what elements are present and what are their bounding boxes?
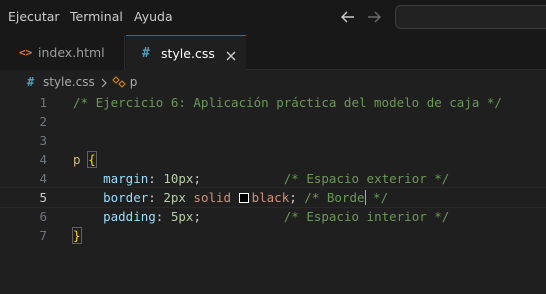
- comment-token: /* Espacio exterior */: [283, 171, 450, 186]
- colon: :: [148, 190, 164, 205]
- colon: :: [155, 209, 171, 224]
- line-number: 7: [39, 228, 47, 243]
- property-token: border: [103, 190, 149, 205]
- html-file-icon: <>: [19, 46, 33, 59]
- breadcrumb-file[interactable]: style.css: [43, 75, 95, 89]
- semicolon: ;: [289, 190, 305, 205]
- menu-terminal[interactable]: Terminal: [70, 9, 123, 25]
- comment-token: /* Espacio interior */: [283, 209, 450, 224]
- color-swatch-icon[interactable]: [238, 193, 249, 203]
- tab-label: index.html: [38, 45, 105, 60]
- selector-token: p: [73, 152, 81, 167]
- number-token: 2px: [163, 190, 186, 205]
- line-number: 6: [39, 209, 47, 224]
- value-token: solid: [185, 190, 239, 205]
- property-token: padding: [103, 209, 156, 224]
- code-line: 2: [0, 112, 546, 131]
- code-line: 6 padding: 5px; /* Espacio interior */: [0, 207, 546, 226]
- line-number: 5: [39, 190, 47, 205]
- spacing: [201, 209, 284, 224]
- line-number: 4: [39, 152, 47, 167]
- color-value-token: black: [251, 190, 290, 205]
- menu-ayuda[interactable]: Ayuda: [134, 9, 173, 25]
- line-number: 4: [39, 171, 47, 186]
- comment-token: /* Ejercicio 6: Aplicación práctica del …: [73, 95, 502, 110]
- command-center-search[interactable]: [395, 5, 546, 29]
- arrow-right-icon[interactable]: [365, 7, 383, 27]
- semicolon: ;: [193, 171, 201, 186]
- code-line: 4 p {: [0, 150, 546, 169]
- spacing: [201, 171, 284, 186]
- number-token: 5px: [170, 209, 194, 224]
- breadcrumb: # style.css p: [0, 71, 546, 93]
- semicolon: ;: [193, 209, 201, 224]
- line-number: 1: [39, 95, 47, 110]
- code-line: 7 }: [0, 226, 546, 245]
- title-bar: Ejecutar Terminal Ayuda: [0, 0, 546, 35]
- close-brace: }: [72, 227, 82, 244]
- code-line-active: 5 border: 2px solid black; /* Borde */: [0, 187, 546, 208]
- comment-token: */: [365, 190, 389, 205]
- symbol-selector-icon: [111, 76, 126, 88]
- code-line: 1 /* Ejercicio 6: Aplicación práctica de…: [0, 93, 546, 112]
- code-line: 3: [0, 131, 546, 150]
- line-number: 2: [39, 114, 47, 129]
- breadcrumb-symbol[interactable]: p: [130, 75, 138, 89]
- menu-ejecutar[interactable]: Ejecutar: [8, 9, 60, 25]
- css-file-icon: #: [27, 75, 35, 89]
- editor-tabs: <> index.html # style.css: [0, 35, 546, 71]
- comment-token: /* Borde: [304, 190, 365, 205]
- arrow-left-icon[interactable]: [339, 7, 357, 27]
- tab-index-html[interactable]: <> index.html: [0, 35, 125, 70]
- line-number: 3: [39, 133, 47, 148]
- tab-style-css[interactable]: # style.css: [126, 35, 246, 71]
- css-file-icon: #: [142, 46, 150, 61]
- close-icon[interactable]: [225, 47, 237, 61]
- property-token: margin: [103, 171, 149, 186]
- code-editor[interactable]: 1 /* Ejercicio 6: Aplicación práctica de…: [0, 93, 546, 294]
- open-brace: {: [87, 151, 97, 168]
- chevron-right-icon: [100, 77, 108, 88]
- code-line: 4 margin: 10px; /* Espacio exterior */: [0, 169, 546, 188]
- number-token: 10px: [163, 171, 194, 186]
- tab-label: style.css: [161, 46, 215, 61]
- colon: :: [148, 171, 164, 186]
